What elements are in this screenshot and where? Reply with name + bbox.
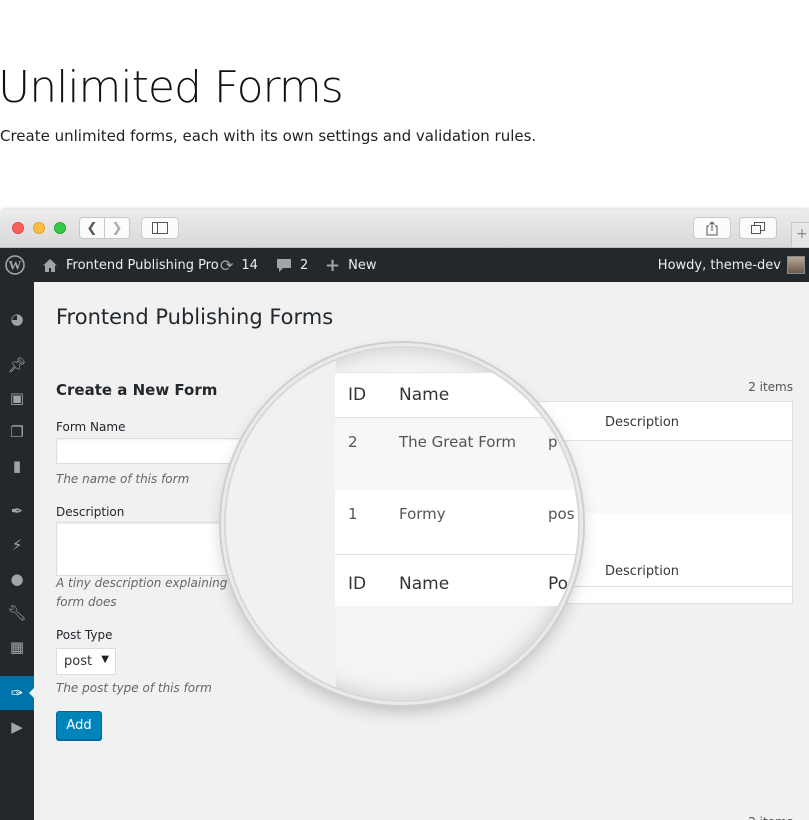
wrench-icon: 🔧︎ <box>7 604 27 622</box>
site-name-link[interactable]: Frontend Publishing Pro <box>42 248 219 282</box>
sidebar-item-dashboard[interactable]: ◕ <box>0 302 34 336</box>
magnified-footer-id: ID <box>348 574 367 594</box>
back-button[interactable]: ❮ <box>79 217 105 239</box>
wordpress-logo-button[interactable]: W <box>5 248 25 282</box>
updates-count: 14 <box>241 257 258 273</box>
howdy-label: Howdy, theme-dev <box>657 257 781 273</box>
magnified-row1-id: 2 <box>348 433 358 451</box>
magnified-row1-type: p <box>548 433 558 451</box>
updates-link[interactable]: ⟳ 14 <box>220 248 258 282</box>
dashboard-icon: ◕ <box>10 310 24 328</box>
sidebar-item-tools[interactable]: 🔧︎ <box>0 596 34 630</box>
chevron-right-icon: ❯ <box>111 220 123 236</box>
sidebar-item-media[interactable]: ▣ <box>0 381 34 415</box>
post-type-label: Post Type <box>56 628 113 642</box>
hero-subtitle: Create unlimited forms, each with its ow… <box>0 127 537 145</box>
new-tab-button[interactable]: + <box>791 222 809 248</box>
minimize-window-button[interactable] <box>33 222 45 234</box>
form-name-label: Form Name <box>56 420 126 434</box>
settings-icon: ▦ <box>9 638 25 656</box>
magnified-footer-type: Po <box>548 574 569 594</box>
page-title: Frontend Publishing Forms <box>56 305 334 329</box>
sidebar-item-pages[interactable]: ❐ <box>0 415 34 449</box>
comment-bubble-icon <box>277 258 291 272</box>
browser-window: ❮ ❯ + W Frontend Publishing Pro ⟳ 14 2 +… <box>0 209 809 820</box>
add-form-button[interactable]: Add <box>56 711 102 740</box>
wordpress-logo-icon: W <box>5 255 25 275</box>
user-icon: ● <box>10 570 24 588</box>
magnified-footer-name: Name <box>399 574 450 594</box>
updates-icon: ⟳ <box>220 255 234 275</box>
chevron-left-icon: ❮ <box>86 220 98 236</box>
sidebar-item-appearance[interactable]: ✒ <box>0 494 34 528</box>
tabs-icon <box>751 222 765 234</box>
plug-icon: ⚡︎ <box>11 536 23 554</box>
hero-title: Unlimited Forms <box>0 62 344 113</box>
column-description: Description <box>605 415 680 430</box>
pen-nib-icon: ✑ <box>10 684 24 702</box>
sidebar-item-settings[interactable]: ▦ <box>0 630 34 664</box>
comments-count: 2 <box>300 257 309 273</box>
caret-down-icon: ▼ <box>101 654 109 665</box>
pages-icon: ❐ <box>10 423 24 441</box>
sidebar-item-users[interactable]: ● <box>0 562 34 596</box>
forward-button[interactable]: ❯ <box>104 217 130 239</box>
pushpin-icon: 📌︎ <box>7 356 27 374</box>
magnified-row2-name: Formy <box>399 505 446 523</box>
description-help-line2: form does <box>56 595 117 609</box>
close-window-button[interactable] <box>12 222 24 234</box>
comments-link[interactable]: 2 <box>276 248 308 282</box>
description-label: Description <box>56 505 125 519</box>
sidebar-icon <box>152 222 168 234</box>
admin-sidebar: ◕ 📌︎ ▣ ❐ ▮ ✒ ⚡︎ ● 🔧︎ ▦ ✑ ▶ <box>0 282 35 820</box>
sidebar-item-comments[interactable]: ▮ <box>0 449 34 483</box>
share-button[interactable] <box>693 217 731 239</box>
magnified-row2-type: pos <box>548 505 575 523</box>
sidebar-item-posts[interactable]: 📌︎ <box>0 348 34 382</box>
comment-icon: ▮ <box>12 457 22 475</box>
admin-bar: W Frontend Publishing Pro ⟳ 14 2 + New H… <box>0 248 809 282</box>
column-description-footer: Description <box>605 564 680 579</box>
svg-text:W: W <box>9 258 22 273</box>
tabs-overview-button[interactable] <box>739 217 777 239</box>
post-type-value: post <box>64 654 93 669</box>
sidebar-item-plugins[interactable]: ⚡︎ <box>0 528 34 562</box>
play-circle-icon: ▶ <box>11 718 23 736</box>
home-icon <box>43 258 57 272</box>
new-label: New <box>348 257 377 273</box>
avatar <box>787 256 805 274</box>
magnified-header-id: ID <box>348 385 367 405</box>
create-form-heading: Create a New Form <box>56 381 218 399</box>
new-content-link[interactable]: + New <box>325 248 376 282</box>
magnified-header-name: Name <box>399 385 450 405</box>
magnified-row2-id: 1 <box>348 505 358 523</box>
account-menu[interactable]: Howdy, theme-dev <box>658 248 805 282</box>
magnifier-lens: ID Name 2 The Great Form p 1 Formy pos I… <box>224 346 580 702</box>
items-count-bottom: 2 items <box>748 815 793 820</box>
media-icon: ▣ <box>9 389 25 407</box>
plus-icon: + <box>325 254 341 276</box>
browser-toolbar: ❮ ❯ + <box>0 209 809 248</box>
zoom-window-button[interactable] <box>54 222 66 234</box>
sidebar-item-collapse[interactable]: ▶ <box>0 710 34 744</box>
form-name-help: The name of this form <box>56 472 190 486</box>
sidebar-toggle-button[interactable] <box>141 217 179 239</box>
magnified-row1-name: The Great Form <box>399 433 516 451</box>
post-type-select[interactable]: post ▼ <box>56 648 116 675</box>
site-name-label: Frontend Publishing Pro <box>66 257 219 273</box>
sidebar-item-frontend-publishing[interactable]: ✑ <box>0 676 35 710</box>
post-type-help: The post type of this form <box>56 681 212 695</box>
items-count-top: 2 items <box>748 380 793 394</box>
paintbrush-icon: ✒ <box>10 502 24 520</box>
share-icon <box>706 220 718 235</box>
